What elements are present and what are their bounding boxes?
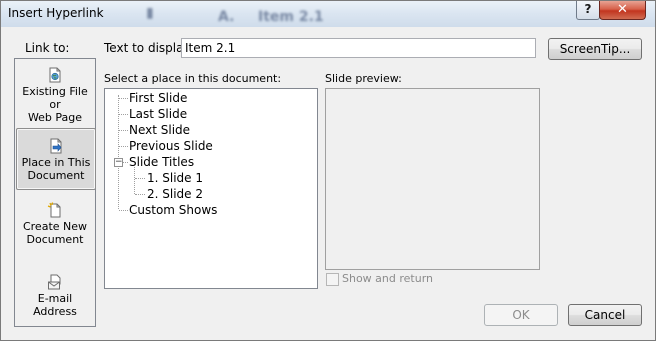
tree-item-custom-shows[interactable]: Custom Shows [129,203,217,217]
tree-branch [135,194,145,195]
blurred-title-background: ▮ A. Item 2.1 [146,3,371,27]
link-place-in-document-label-1: Place in This [21,156,91,169]
tree-item-previous-slide[interactable]: Previous Slide [129,139,213,153]
link-existing-file-label-1: Existing File or [22,85,88,111]
blurred-fragment-2: Item 2.1 [258,9,324,25]
link-to-bar: Existing File or Web Page Place in This … [14,58,96,327]
tree-item-slide-2[interactable]: 2. Slide 2 [147,187,203,201]
help-button[interactable]: ? [576,1,600,20]
show-and-return-label: Show and return [342,272,434,285]
window-title: Insert Hyperlink [8,6,104,20]
link-email-label: E-mail Address [33,292,77,318]
blurred-fragment-1: A. [218,9,235,25]
tree-branch [119,114,128,115]
link-existing-file-label-2: Web Page [27,111,83,124]
text-to-display-input[interactable] [181,38,536,58]
close-icon: ✕ [617,2,628,17]
link-create-new-document[interactable]: Create New Document [16,202,94,252]
tree-branch [119,130,128,131]
link-email-address[interactable]: E-mail Address [16,274,94,318]
tree-branch [119,146,128,147]
tree-item-first-slide[interactable]: First Slide [129,91,187,105]
link-existing-file[interactable]: Existing File or Web Page [16,67,94,124]
existing-file-icon [47,67,63,83]
collapse-icon[interactable]: − [114,158,123,167]
link-place-in-document[interactable]: Place in This Document [16,128,96,190]
link-to-label: Link to: [25,41,70,55]
title-bar[interactable]: Insert Hyperlink ▮ A. Item 2.1 ? ✕ [1,1,655,27]
tree-branch [119,210,128,211]
new-document-icon [47,202,63,218]
slide-preview-label: Slide preview: [325,72,402,85]
cancel-button[interactable]: Cancel [568,304,642,326]
tree-item-slide-titles[interactable]: Slide Titles [129,155,194,169]
tree-item-next-slide[interactable]: Next Slide [129,123,190,137]
screentip-button[interactable]: ScreenTip... [548,38,642,60]
insert-hyperlink-dialog: Insert Hyperlink ▮ A. Item 2.1 ? ✕ Link … [0,0,656,341]
slide-preview-box [325,88,540,270]
tree-branch [135,178,145,179]
tree-item-last-slide[interactable]: Last Slide [129,107,187,121]
tree-item-slide-1[interactable]: 1. Slide 1 [147,171,203,185]
place-in-document-icon [48,138,64,154]
help-icon: ? [584,2,592,16]
tree-line-child [134,167,135,194]
email-icon [47,274,63,290]
tree-branch [123,162,128,163]
show-and-return-checkbox[interactable] [326,273,339,286]
link-place-in-document-label-2: Document [27,169,85,182]
tree-branch [119,98,128,99]
select-place-label: Select a place in this document: [104,72,282,85]
blurred-fragment-marker: ▮ [146,5,154,21]
close-button[interactable]: ✕ [599,1,646,20]
link-create-new-label-2: Document [26,233,84,246]
tree-line-root [118,95,119,209]
ok-button[interactable]: OK [484,304,558,326]
place-tree[interactable]: First Slide Last Slide Next Slide Previo… [104,88,318,289]
link-create-new-label-1: Create New [22,220,88,233]
